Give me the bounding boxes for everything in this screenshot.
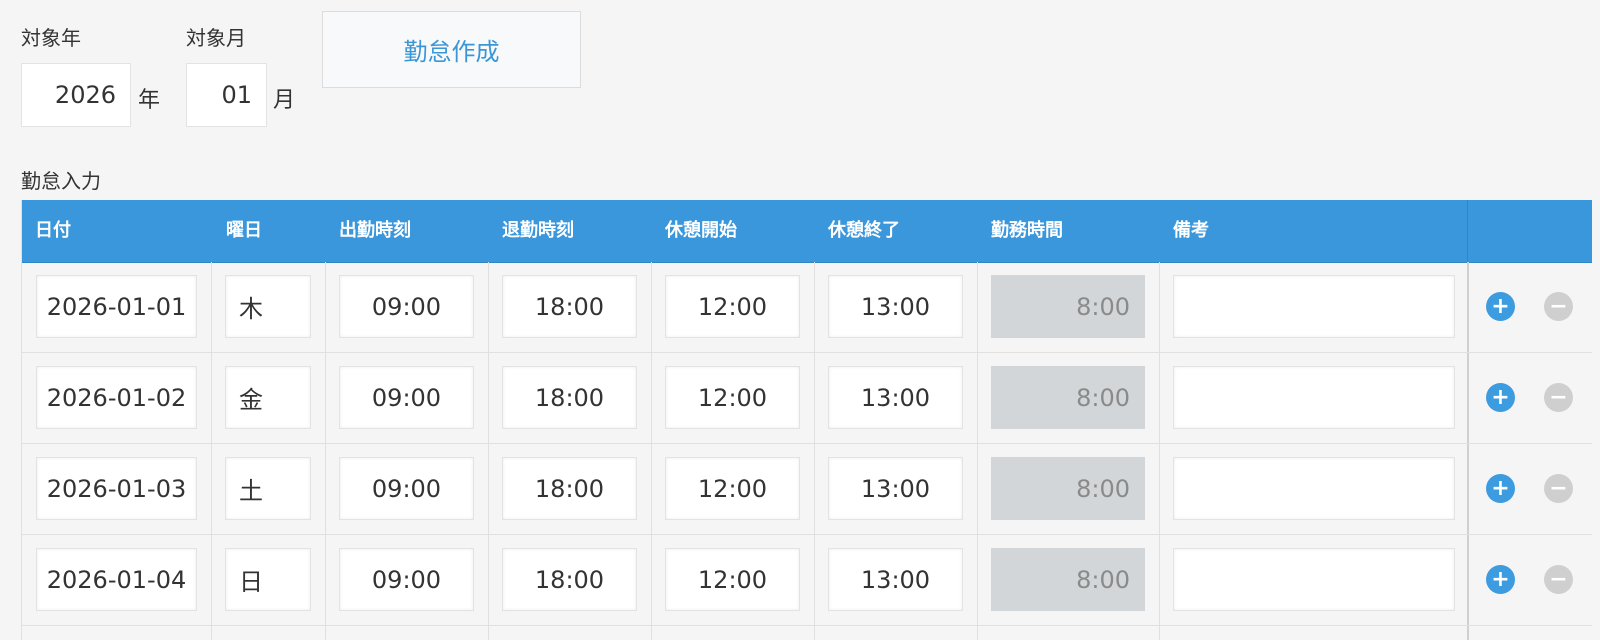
table-row: 2026-01-02 金 09:00 18:00 12:00 13:00 8:0…: [22, 353, 1592, 444]
add-row-button[interactable]: +: [1486, 474, 1515, 503]
weekday-input[interactable]: 土: [225, 457, 311, 520]
end-time-input[interactable]: 18:00: [502, 548, 637, 611]
note-input[interactable]: [1173, 457, 1455, 520]
header-break-end: 休憩終了: [828, 220, 900, 241]
attendance-table: 日付 曜日 出勤時刻 退勤時刻 休憩開始 休憩終了 勤務時間 備考 2026-0…: [21, 200, 1592, 640]
work-hours-field: 8:00: [991, 548, 1145, 611]
minus-icon: −: [1549, 294, 1568, 319]
table-header: 日付 曜日 出勤時刻 退勤時刻 休憩開始 休憩終了 勤務時間 備考: [22, 200, 1592, 263]
header-weekday: 曜日: [226, 220, 262, 241]
start-time-input[interactable]: 09:00: [339, 275, 474, 338]
plus-icon: +: [1491, 294, 1510, 319]
note-input[interactable]: [1173, 275, 1455, 338]
month-input[interactable]: 01: [186, 63, 267, 127]
end-time-input[interactable]: 18:00: [502, 275, 637, 338]
date-input[interactable]: 2026-01-04: [36, 548, 197, 611]
remove-row-button[interactable]: −: [1544, 383, 1573, 412]
date-input[interactable]: 2026-01-03: [36, 457, 197, 520]
header-start-time: 出勤時刻: [339, 220, 411, 241]
end-time-input[interactable]: 18:00: [502, 457, 637, 520]
work-hours-field: 8:00: [991, 275, 1145, 338]
header-end-time: 退勤時刻: [502, 220, 574, 241]
start-time-input[interactable]: 09:00: [339, 366, 474, 429]
work-hours-field: 8:00: [991, 457, 1145, 520]
header-break-start: 休憩開始: [665, 220, 737, 241]
minus-icon: −: [1549, 567, 1568, 592]
add-row-button[interactable]: +: [1486, 292, 1515, 321]
header-date: 日付: [35, 220, 71, 241]
note-input[interactable]: [1173, 366, 1455, 429]
weekday-input[interactable]: 金: [225, 366, 311, 429]
break-start-input[interactable]: 12:00: [665, 366, 800, 429]
minus-icon: −: [1549, 476, 1568, 501]
break-end-input[interactable]: 13:00: [828, 366, 963, 429]
weekday-input[interactable]: 日: [225, 548, 311, 611]
remove-row-button[interactable]: −: [1544, 474, 1573, 503]
add-row-button[interactable]: +: [1486, 565, 1515, 594]
break-start-input[interactable]: 12:00: [665, 275, 800, 338]
table-row: 2026-01-04 日 09:00 18:00 12:00 13:00 8:0…: [22, 535, 1592, 626]
header-note: 備考: [1173, 220, 1209, 241]
break-start-input[interactable]: 12:00: [665, 548, 800, 611]
year-unit: 年: [138, 88, 161, 113]
plus-icon: +: [1491, 567, 1510, 592]
note-input[interactable]: [1173, 548, 1455, 611]
create-attendance-button[interactable]: 勤怠作成: [322, 11, 581, 88]
header-work-hours: 勤務時間: [991, 220, 1063, 241]
section-title: 勤怠入力: [21, 169, 101, 193]
month-label: 対象月: [186, 26, 246, 50]
break-end-input[interactable]: 13:00: [828, 548, 963, 611]
remove-row-button[interactable]: −: [1544, 292, 1573, 321]
start-time-input[interactable]: 09:00: [339, 548, 474, 611]
year-input[interactable]: 2026: [21, 63, 131, 127]
header-action-divider: [1467, 200, 1468, 262]
weekday-input[interactable]: 木: [225, 275, 311, 338]
end-time-input[interactable]: 18:00: [502, 366, 637, 429]
work-hours-field: 8:00: [991, 366, 1145, 429]
minus-icon: −: [1549, 385, 1568, 410]
plus-icon: +: [1491, 476, 1510, 501]
break-end-input[interactable]: 13:00: [828, 275, 963, 338]
break-start-input[interactable]: 12:00: [665, 457, 800, 520]
add-row-button[interactable]: +: [1486, 383, 1515, 412]
date-input[interactable]: 2026-01-02: [36, 366, 197, 429]
remove-row-button[interactable]: −: [1544, 565, 1573, 594]
break-end-input[interactable]: 13:00: [828, 457, 963, 520]
start-time-input[interactable]: 09:00: [339, 457, 474, 520]
plus-icon: +: [1491, 385, 1510, 410]
table-row: 2026-01-03 土 09:00 18:00 12:00 13:00 8:0…: [22, 444, 1592, 535]
table-row: 2026-01-01 木 09:00 18:00 12:00 13:00 8:0…: [22, 262, 1592, 353]
year-label: 対象年: [21, 26, 81, 50]
date-input[interactable]: 2026-01-01: [36, 275, 197, 338]
month-unit: 月: [273, 88, 296, 113]
